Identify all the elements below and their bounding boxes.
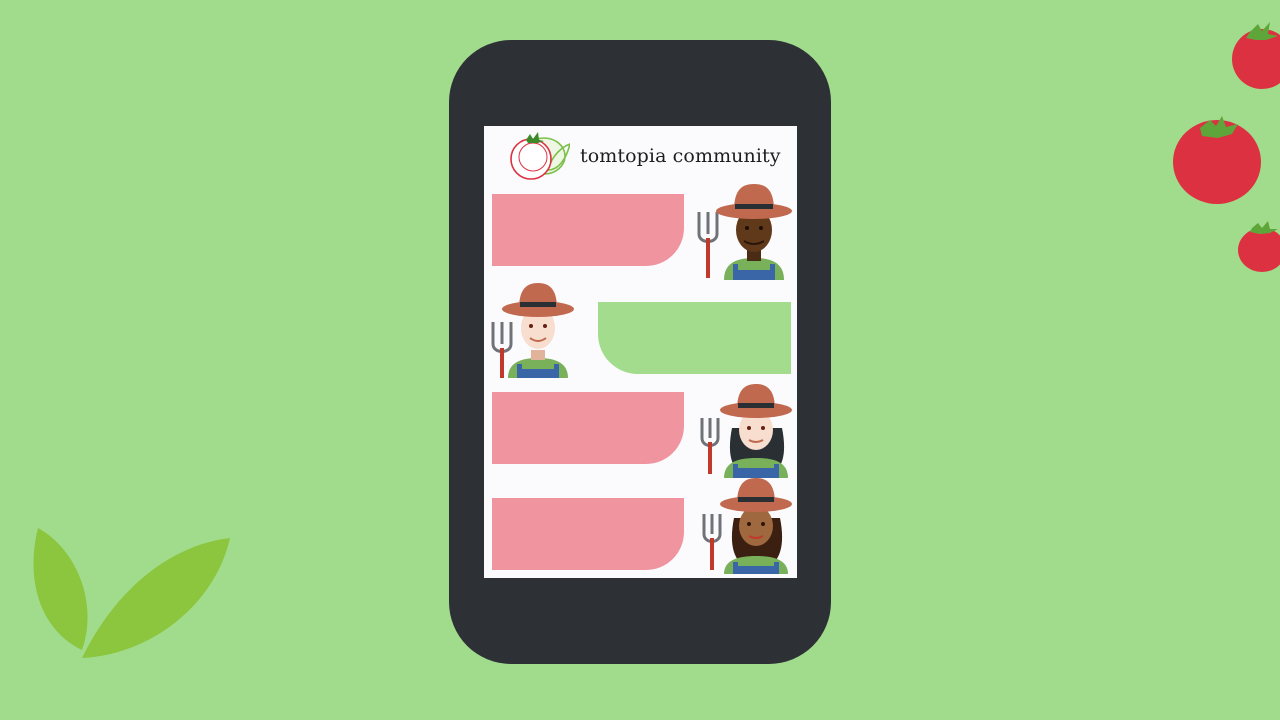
tomato-icon (1232, 22, 1280, 89)
tomato-icon (1238, 221, 1280, 272)
tomato-leaf-logo-icon (510, 132, 570, 180)
chat-bubble-4[interactable] (492, 498, 684, 570)
farmer-light-skin-icon (490, 278, 590, 378)
chat-bubble-2[interactable] (598, 302, 791, 374)
farmer-woman-light-skin-icon (698, 378, 797, 478)
farmer-dark-skin-icon (696, 180, 796, 280)
green-leaves-icon (33, 528, 230, 658)
chat-bubble-1[interactable] (492, 194, 684, 266)
tomato-icon (1173, 116, 1261, 204)
chat-bubble-3[interactable] (492, 392, 684, 464)
farmer-woman-medium-dark-skin-icon (698, 474, 797, 574)
app-title: tomtopia community (580, 145, 781, 167)
app-header: tomtopia community (484, 126, 797, 186)
phone-screen: tomtopia community (484, 126, 797, 578)
